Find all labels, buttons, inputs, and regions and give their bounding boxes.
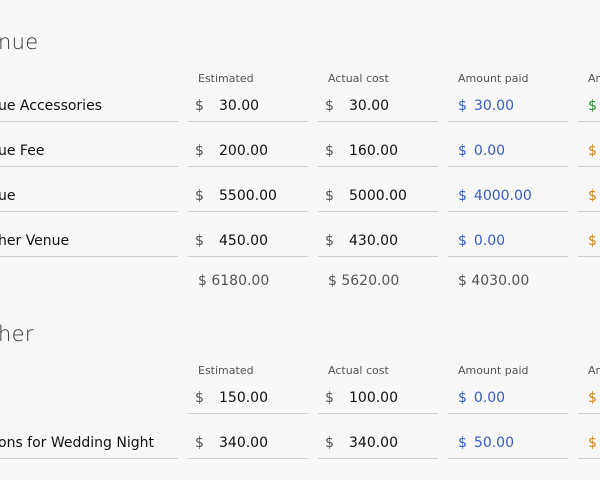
dollar-sign: $	[325, 98, 334, 114]
actual-cost-value: 100.00	[349, 390, 398, 406]
section-title-other: her	[0, 322, 34, 346]
dollar-sign: $	[588, 435, 597, 451]
amount-paid-value: 30.00	[473, 98, 515, 114]
col-header-amount-due: Am	[588, 72, 600, 85]
dollar-sign: $	[325, 233, 334, 249]
actual-cost-value: 340.00	[349, 435, 398, 451]
actual-cost-value: 5000.00	[349, 188, 407, 204]
dollar-sign: $	[588, 390, 597, 406]
row-name: ue Accessories	[0, 91, 178, 122]
actual-cost-field[interactable]: $160.00	[318, 136, 438, 167]
dollar-sign: $	[195, 143, 204, 159]
dollar-sign: $	[195, 98, 204, 114]
amount-paid-field[interactable]: $4000.00	[448, 181, 568, 212]
dollar-sign: $	[458, 98, 467, 114]
dollar-sign: $	[325, 435, 334, 451]
actual-cost-value: 160.00	[349, 143, 398, 159]
estimated-field[interactable]: $150.00	[188, 383, 308, 414]
col-header-amount-paid: Amount paid	[458, 364, 529, 377]
amount-paid-value: 4000.00	[473, 188, 532, 204]
total-amount-paid: $ 4030.00	[458, 273, 530, 289]
dollar-sign: $	[588, 188, 597, 204]
row-name: her Venue	[0, 226, 178, 257]
estimated-value: 340.00	[219, 435, 268, 451]
actual-cost-value: 30.00	[349, 98, 390, 114]
estimated-value: 150.00	[219, 390, 268, 406]
row-name: ue	[0, 181, 178, 212]
dollar-sign: $	[588, 143, 597, 159]
amount-paid-value: 0.00	[473, 390, 506, 406]
estimated-field[interactable]: $30.00	[188, 91, 308, 122]
col-header-amount-paid: Amount paid	[458, 72, 529, 85]
amount-due-field[interactable]: $	[578, 136, 600, 167]
amount-paid-field[interactable]: $0.00	[448, 383, 568, 414]
row-name: ue Fee	[0, 136, 178, 167]
estimated-field[interactable]: $200.00	[188, 136, 308, 167]
dollar-sign: $	[588, 98, 597, 114]
dollar-sign: $	[588, 233, 597, 249]
amount-paid-value: 0.00	[473, 143, 506, 159]
amount-paid-field[interactable]: $0.00	[448, 226, 568, 257]
amount-paid-field[interactable]: $0.00	[448, 136, 568, 167]
dollar-sign: $	[458, 435, 467, 451]
estimated-value: 450.00	[219, 233, 268, 249]
total-actual-cost: $ 5620.00	[328, 273, 400, 289]
total-estimated: $ 6180.00	[198, 273, 270, 289]
dollar-sign: $	[325, 390, 334, 406]
estimated-field[interactable]: $450.00	[188, 226, 308, 257]
amount-paid-value: 50.00	[473, 435, 515, 451]
dollar-sign: $	[195, 435, 204, 451]
dollar-sign: $	[458, 188, 467, 204]
actual-cost-field[interactable]: $30.00	[318, 91, 438, 122]
col-header-actual-cost: Actual cost	[328, 72, 389, 85]
section-title-venue: nue	[0, 30, 39, 54]
dollar-sign: $	[325, 143, 334, 159]
col-header-actual-cost: Actual cost	[328, 364, 389, 377]
row-name: ons for Wedding Night	[0, 428, 178, 459]
actual-cost-field[interactable]: $430.00	[318, 226, 438, 257]
amount-due-field[interactable]: $	[578, 226, 600, 257]
amount-paid-field[interactable]: $50.00	[448, 428, 568, 459]
amount-due-field[interactable]: $	[578, 91, 600, 122]
actual-cost-field[interactable]: $340.00	[318, 428, 438, 459]
estimated-value: 30.00	[219, 98, 260, 114]
amount-due-field[interactable]: $	[578, 383, 600, 414]
dollar-sign: $	[325, 188, 334, 204]
dollar-sign: $	[195, 188, 204, 204]
dollar-sign: $	[195, 390, 204, 406]
estimated-field[interactable]: $340.00	[188, 428, 308, 459]
actual-cost-field[interactable]: $5000.00	[318, 181, 438, 212]
dollar-sign: $	[458, 143, 467, 159]
amount-paid-value: 0.00	[473, 233, 506, 249]
estimated-value: 200.00	[219, 143, 268, 159]
col-header-estimated: Estimated	[198, 72, 254, 85]
dollar-sign: $	[195, 233, 204, 249]
dollar-sign: $	[458, 390, 467, 406]
col-header-amount-due: Am	[588, 364, 600, 377]
row-name	[0, 383, 178, 413]
col-header-estimated: Estimated	[198, 364, 254, 377]
amount-due-field[interactable]: $	[578, 181, 600, 212]
actual-cost-field[interactable]: $100.00	[318, 383, 438, 414]
estimated-value: 5500.00	[219, 188, 277, 204]
amount-due-field[interactable]: $	[578, 428, 600, 459]
actual-cost-value: 430.00	[349, 233, 398, 249]
dollar-sign: $	[458, 233, 467, 249]
amount-paid-field[interactable]: $30.00	[448, 91, 568, 122]
estimated-field[interactable]: $5500.00	[188, 181, 308, 212]
